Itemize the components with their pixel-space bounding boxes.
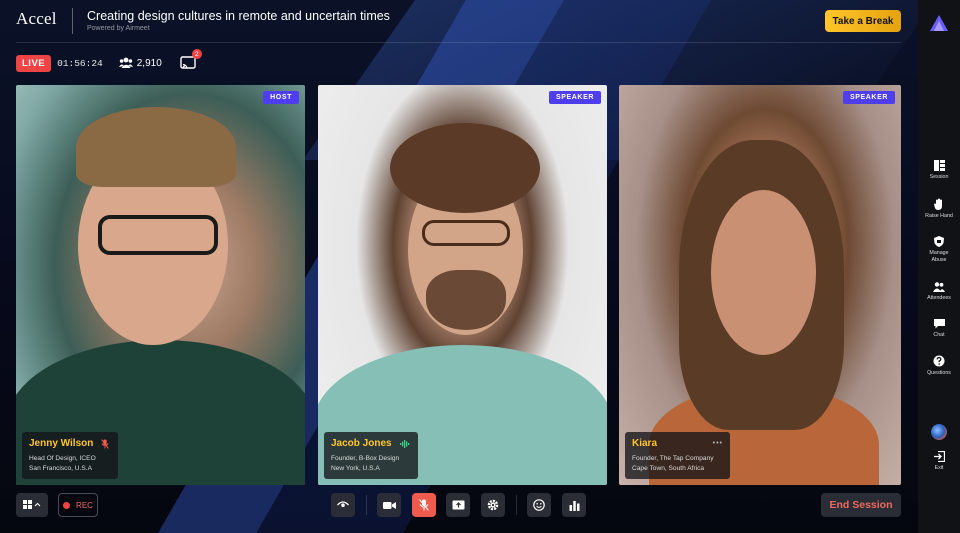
speaker-title: Founder, The Tap Company [632,455,714,462]
rail-item-questions[interactable]: Questions [918,355,960,377]
poll-button[interactable] [562,493,586,517]
right-sidebar: Session Raise Hand Manage Abuse Attendee… [918,0,960,533]
rail-item-session[interactable]: Session [918,160,960,181]
speaker-location: Cape Town, South Africa [632,464,705,472]
rail-label: Session [929,174,949,180]
layout-button[interactable] [16,493,48,517]
shield-icon [934,236,944,247]
airmeet-logo [929,14,949,39]
camera-button[interactable] [377,493,401,517]
share-screen-button[interactable] [446,493,470,517]
rail-item-manage-abuse[interactable]: Manage Abuse [918,236,960,263]
settings-button[interactable] [481,493,505,517]
hand-icon [934,198,942,210]
mic-off-icon [101,438,110,449]
role-tag: HOST [263,91,299,104]
speaker-title: Head Of Design, ICEO [29,455,96,462]
mic-off-icon [419,499,429,511]
control-separator [366,495,367,515]
people-icon [118,57,133,68]
speaker-name: Jenny Wilson [29,438,94,449]
end-session-button[interactable]: End Session [821,493,901,517]
rail-item-attendees[interactable]: Attendees [918,282,960,302]
status-bar: LIVE 01:56:24 2,910 2 [16,49,202,72]
view-button[interactable] [331,493,355,517]
attendee-count-value: 2,910 [136,57,162,69]
cast-count-badge: 2 [191,49,202,59]
speaker-name-card: Jacob Jones Founder, B-Box Design New Yo… [324,432,418,479]
take-a-break-button[interactable]: Take a Break [825,10,901,32]
rail-label: Manage Abuse [929,250,949,263]
question-icon [933,355,945,367]
rail-label: Chat [933,332,945,338]
speaker-name: Kiara [632,438,658,449]
control-separator [516,495,517,515]
microphone-button[interactable] [412,493,436,517]
video-tile-speaker-1[interactable]: SPEAKER Jacob Jones Founder, B-Box Desig… [318,85,607,485]
speaker-location: New York, U.S.A [331,464,380,472]
rail-item-chat[interactable]: Chat [918,319,960,339]
poll-icon [569,500,579,511]
dots-icon: ••• [712,440,723,447]
rail-label: Questions [927,370,951,376]
brand-divider [72,8,73,34]
record-dot-icon [63,501,71,509]
exit-icon [933,451,945,462]
speaker-name-card: Kiara ••• Founder, The Tap Company Cape … [625,432,730,479]
emoji-icon [533,499,545,511]
reactions-button[interactable] [527,493,551,517]
powered-by: Powered by Airmeet [87,25,150,32]
role-tag: SPEAKER [548,91,601,104]
rail-label: Exit [934,465,944,471]
attendee-count[interactable]: 2,910 [118,57,162,69]
chat-icon [933,319,945,329]
video-tile-speaker-2[interactable]: SPEAKER Kiara ••• Founder, The Tap Compa… [619,85,901,485]
live-badge: LIVE [16,54,52,72]
top-bar: Accel Creating design cultures in remote… [0,0,918,42]
speaker-name: Jacob Jones [331,438,392,449]
rail-label: Attendees [927,295,951,301]
video-tile-host[interactable]: HOST Jenny Wilson Head Of Design, ICEO S… [16,85,305,485]
cast-button[interactable]: 2 [180,49,202,71]
settings-icon [487,499,499,511]
stage-background: Accel Creating design cultures in remote… [0,0,918,533]
record-button[interactable]: REC [58,493,98,517]
layout-icon [23,500,41,509]
camera-icon [382,501,396,509]
rail-item-raise-hand[interactable]: Raise Hand [918,198,960,220]
speaker-name-card: Jenny Wilson Head Of Design, ICEO San Fr… [22,432,118,479]
user-avatar[interactable] [931,424,947,440]
audio-wave-icon [399,439,410,448]
people-icon [933,282,945,292]
role-tag: SPEAKER [842,91,895,104]
record-label: REC [76,500,93,510]
rail-item-exit[interactable]: Exit [918,451,960,472]
speaker-title: Founder, B-Box Design [331,455,400,462]
session-icon [933,160,945,171]
eye-icon [337,501,349,507]
header-divider [16,42,901,43]
event-title: Creating design cultures in remote and u… [87,9,390,23]
session-timer: 01:56:24 [57,57,103,69]
bottom-controls: REC End Session [0,493,918,521]
brand-logo: Accel [16,9,57,28]
share-screen-icon [452,500,464,510]
speaker-location: San Francisco, U.S.A [29,464,93,472]
rail-label: Raise Hand [925,213,953,219]
